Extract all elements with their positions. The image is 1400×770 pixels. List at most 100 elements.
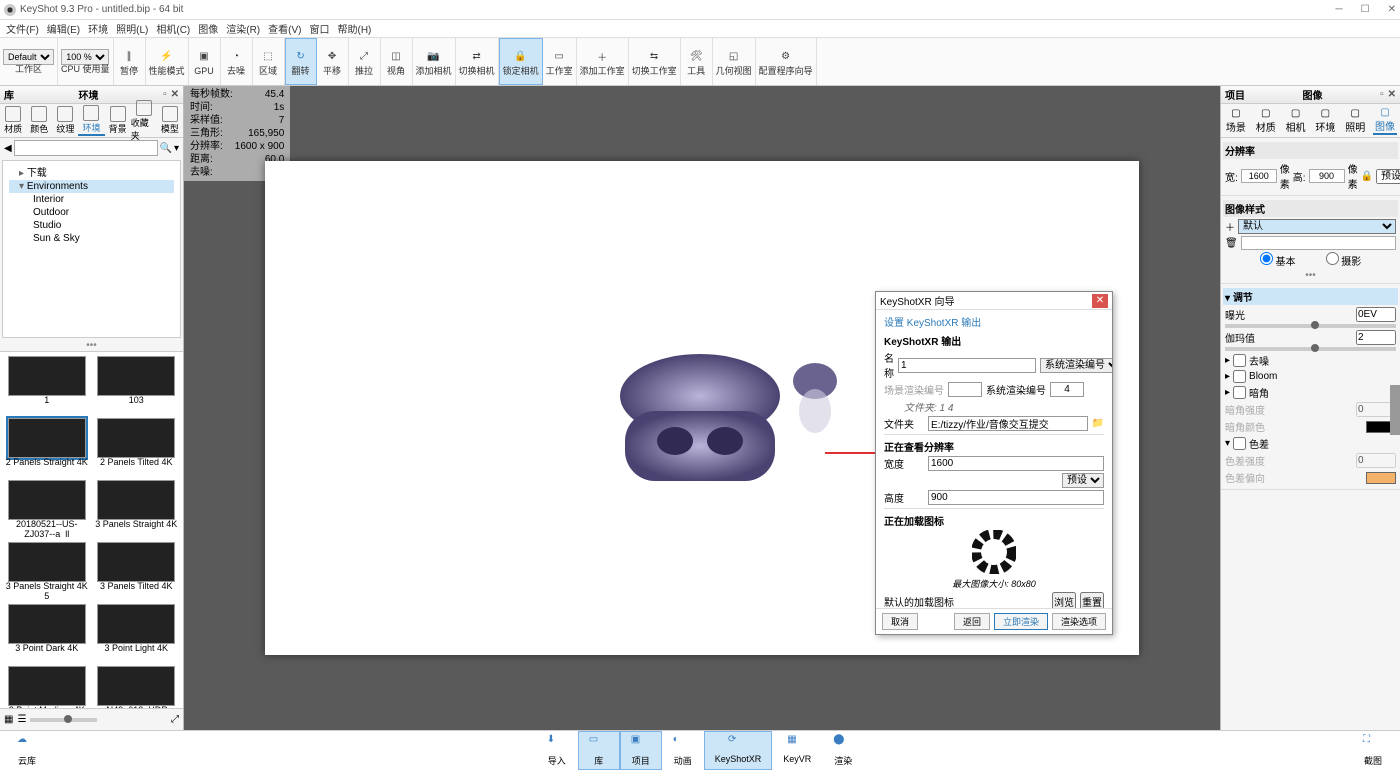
perf-button[interactable]: ⚡性能模式 <box>146 38 189 85</box>
chromatic-checkbox[interactable] <box>1233 437 1246 450</box>
tools-button[interactable]: 🛠工具 <box>681 38 713 85</box>
undock-icon[interactable]: ▫ <box>1380 89 1384 100</box>
style-name-input[interactable] <box>1241 236 1396 250</box>
env-thumbnail[interactable]: 3 Point Light 4K <box>94 604 180 662</box>
project-tab[interactable]: ▢场景 <box>1224 108 1248 134</box>
denoise-button[interactable]: ◔去噪 <box>221 38 253 85</box>
persp-button[interactable]: ◫视角 <box>381 38 413 85</box>
width-input[interactable] <box>928 456 1104 471</box>
bottom-tab-KeyShotXR[interactable]: ⟳KeyShotXR <box>704 731 773 770</box>
library-tree[interactable]: 下载 Environments InteriorOutdoorStudioSun… <box>2 160 181 338</box>
height-input[interactable] <box>928 490 1104 505</box>
library-tab[interactable]: 收藏夹 <box>131 100 157 142</box>
dropdown-icon[interactable]: ▾ <box>174 143 179 154</box>
bottom-tab-KeyVR[interactable]: ▦KeyVR <box>772 731 822 770</box>
tree-node[interactable]: Outdoor <box>9 206 174 219</box>
addcam-button[interactable]: 📷添加相机 <box>413 38 456 85</box>
adjust-header[interactable]: 调节 <box>1233 293 1253 304</box>
lockcam-button[interactable]: 🔒锁定相机 <box>499 38 543 85</box>
bottom-tab-渲染[interactable]: ⬤渲染 <box>822 731 864 770</box>
grid-icon[interactable]: ▦ <box>4 714 13 725</box>
cancel-button[interactable]: 取消 <box>882 613 918 630</box>
sys-spinner[interactable] <box>1050 382 1084 397</box>
photo-radio[interactable] <box>1326 252 1339 265</box>
tree-node[interactable]: Interior <box>9 193 174 206</box>
gpu-button[interactable]: ▣GPU <box>189 38 221 85</box>
tree-root[interactable]: 下载 <box>9 163 174 180</box>
menu-item[interactable]: 窗口 <box>307 21 331 36</box>
undock-icon[interactable]: ▫ <box>163 89 167 100</box>
library-tab[interactable]: 背景 <box>105 106 131 135</box>
menu-item[interactable]: 图像 <box>196 21 220 36</box>
preset-select[interactable]: Default <box>3 49 54 65</box>
addstudio-button[interactable]: ＋添加工作室 <box>577 38 629 85</box>
tree-node[interactable]: Sun & Sky <box>9 232 174 245</box>
render-options-button[interactable]: 渲染选项 <box>1052 613 1106 630</box>
style-select[interactable]: 默认 <box>1238 219 1396 234</box>
menu-item[interactable]: 相机(C) <box>154 21 192 36</box>
back-icon[interactable]: ◀ <box>4 143 12 154</box>
render-now-button[interactable]: 立即渲染 <box>994 613 1048 630</box>
menu-item[interactable]: 渲染(R) <box>224 21 262 36</box>
env-thumbnail[interactable]: 20180521--US-ZJ037--a_ll <box>4 480 90 538</box>
back-button[interactable]: 返回 <box>954 613 990 630</box>
tree-environments[interactable]: Environments <box>9 180 174 193</box>
project-tab[interactable]: ▢照明 <box>1343 108 1367 134</box>
basic-radio[interactable] <box>1260 252 1273 265</box>
env-thumbnail[interactable]: 3 Panels Straight 4K 5 <box>4 542 90 600</box>
del-style-icon[interactable]: 🗑 <box>1225 238 1238 249</box>
tumble-button[interactable]: ↻翻转 <box>285 38 317 85</box>
cloud-library-button[interactable]: ☁云库 <box>6 731 48 770</box>
reset-button[interactable]: 重置 <box>1080 592 1104 608</box>
render-canvas[interactable]: KeyShotXR 向导 ✕ 设置 KeyShotXR 输出 KeyShotXR… <box>265 161 1139 655</box>
scene-spinner[interactable] <box>948 382 982 397</box>
effect-checkbox[interactable] <box>1233 386 1246 399</box>
exposure-input[interactable] <box>1356 307 1396 322</box>
minimize-button[interactable]: ─ <box>1336 4 1343 15</box>
bottom-tab-动画[interactable]: ◐动画 <box>662 731 704 770</box>
env-thumbnail[interactable]: 3 Point Dark 4K <box>4 604 90 662</box>
dolly-button[interactable]: ⤢推拉 <box>349 38 381 85</box>
project-tab[interactable]: ▢环境 <box>1313 108 1337 134</box>
library-tab[interactable]: 颜色 <box>26 106 52 135</box>
region-button[interactable]: ⬚区域 <box>253 38 285 85</box>
env-thumbnail[interactable]: 3 Panels Tilted 4K <box>94 542 180 600</box>
dialog-close-button[interactable]: ✕ <box>1092 294 1108 308</box>
close-button[interactable]: ✕ <box>1388 4 1396 15</box>
rp-preset-select[interactable]: 预设 <box>1376 169 1400 184</box>
env-thumbnail[interactable]: 2 Panels Straight 4K <box>4 418 90 476</box>
add-style-icon[interactable]: ＋ <box>1225 219 1235 234</box>
maximize-button[interactable]: ☐ <box>1361 4 1370 15</box>
geomview-button[interactable]: ◱几何视图 <box>713 38 756 85</box>
expand-icon[interactable]: ⤢ <box>171 714 179 725</box>
bottom-tab-项目[interactable]: ▣项目 <box>620 731 662 770</box>
env-thumbnail[interactable]: 3 Panels Straight 4K <box>94 480 180 538</box>
panel-close-icon[interactable]: ✕ <box>1388 89 1396 100</box>
menu-item[interactable]: 编辑(E) <box>45 21 82 36</box>
menu-item[interactable]: 环境 <box>86 21 110 36</box>
library-tab[interactable]: 材质 <box>0 106 26 135</box>
res-preset-select[interactable]: 预设 <box>1062 473 1104 488</box>
env-thumbnail[interactable]: 2 Panels Tilted 4K <box>94 418 180 476</box>
switchstudio-button[interactable]: ⇆切换工作室 <box>629 38 681 85</box>
gamma-input[interactable] <box>1356 330 1396 345</box>
menu-item[interactable]: 帮助(H) <box>335 21 373 36</box>
search-icon[interactable]: 🔍 <box>160 143 172 154</box>
bottom-tab-库[interactable]: ▭库 <box>578 731 620 770</box>
library-search-input[interactable] <box>14 140 158 156</box>
pan-button[interactable]: ✥平移 <box>317 38 349 85</box>
list-icon[interactable]: ☰ <box>17 714 26 725</box>
bottom-tab-导入[interactable]: ⬇导入 <box>536 731 578 770</box>
pause-button[interactable]: ∥暂停 <box>114 38 146 85</box>
library-tab[interactable]: 环境 <box>78 105 104 136</box>
env-thumbnail[interactable]: AI49_018_HDR (7)_gray <box>94 666 180 708</box>
folder-input[interactable] <box>928 416 1088 431</box>
tree-node[interactable]: Studio <box>9 219 174 232</box>
project-tab[interactable]: ▢相机 <box>1284 108 1308 134</box>
menu-item[interactable]: 照明(L) <box>114 21 150 36</box>
screenshot-button[interactable]: ⛶截图 <box>1352 731 1394 770</box>
exposure-slider[interactable] <box>1225 324 1396 328</box>
sysrender-select[interactable]: 系统渲染编号 <box>1040 358 1112 373</box>
lock-aspect-icon[interactable]: 🔒 <box>1361 171 1373 182</box>
project-tab[interactable]: ▢图像 <box>1373 107 1397 135</box>
